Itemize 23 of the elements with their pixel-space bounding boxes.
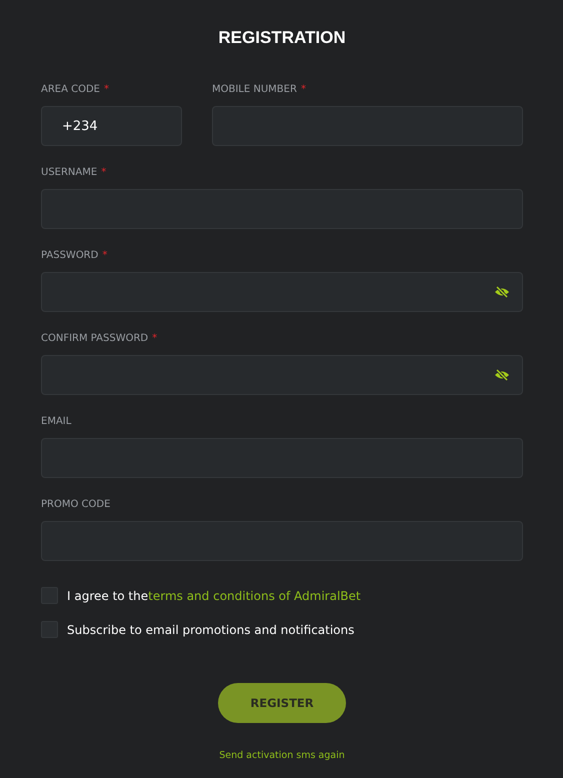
eye-slash-icon[interactable] [494,369,510,381]
field-label: PROMO CODE [41,499,110,510]
area-code-field[interactable]: +234 [41,106,182,146]
field-label: AREA CODE [41,84,100,95]
required-mark: * [300,84,306,95]
field-label: MOBILE NUMBER [212,84,297,95]
checkbox-label: Subscribe to email promotions and notifications [67,622,354,636]
resend-sms-link[interactable]: Send activation sms again [219,750,345,761]
page-title: REGISTRATION [217,28,347,48]
required-mark: * [152,333,158,344]
required-mark: * [104,84,109,95]
checkbox-label: I agree to theterms and conditions of AdmiralBet [67,588,361,602]
required-mark: * [102,250,108,261]
field-label: EMAIL [41,416,72,427]
terms-link[interactable]: terms and conditions of AdmiralBet [148,588,361,602]
password-field[interactable] [41,272,523,312]
field-label: CONFIRM PASSWORD [41,333,148,344]
field-label: USERNAME [41,167,98,178]
password-field[interactable] [41,355,523,395]
required-mark: * [101,167,106,178]
field-label: PASSWORD [41,250,98,261]
eye-slash-icon[interactable] [494,286,510,298]
register-button[interactable]: REGISTER [218,683,346,723]
